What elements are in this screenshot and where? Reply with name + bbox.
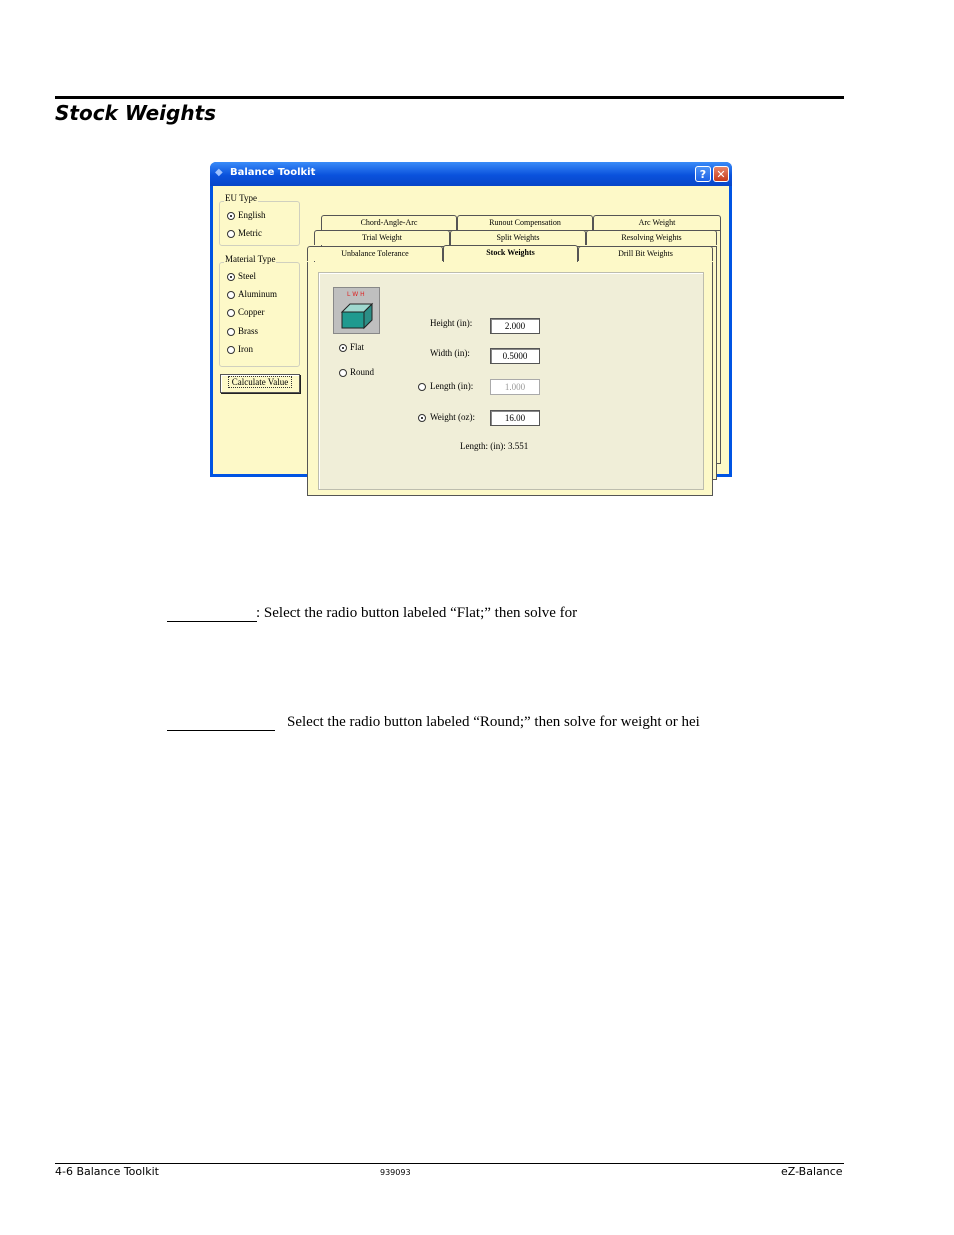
window-client: EU Type English Metric Material Type Ste…	[213, 186, 729, 496]
eu-type-legend: EU Type	[224, 193, 258, 203]
flat-paragraph: : Select the radio button labeled “Flat;…	[256, 605, 578, 621]
material-iron-label: Iron	[238, 344, 253, 354]
material-brass-label: Brass	[238, 326, 258, 336]
tab-drill-bit-weights[interactable]: Drill Bit Weights	[578, 246, 713, 261]
window-titlebar[interactable]: ◆ Balance Toolkit ? ✕	[210, 162, 732, 186]
width-input[interactable]: 0.5000	[490, 348, 540, 364]
stock-weights-page: L W H Flat Round Height (in): 2.000 Widt…	[307, 262, 713, 496]
shape-flat-radio[interactable]	[339, 344, 347, 352]
tab-trial-weight[interactable]: Trial Weight	[314, 230, 450, 245]
balance-toolkit-window: ◆ Balance Toolkit ? ✕ EU Type English Me…	[210, 162, 732, 496]
solve-weight-radio[interactable]	[418, 414, 426, 422]
height-input[interactable]: 2.000	[490, 318, 540, 334]
top-rule	[55, 96, 844, 99]
tab-resolving-weights[interactable]: Resolving Weights	[586, 230, 717, 245]
close-button[interactable]: ✕	[713, 166, 729, 182]
material-steel-label: Steel	[238, 271, 256, 281]
help-button[interactable]: ?	[695, 166, 711, 182]
section-heading: Stock Weights	[55, 101, 217, 125]
eu-english-label: English	[238, 210, 266, 220]
window-title: Balance Toolkit	[230, 167, 316, 178]
tab-stock-weights[interactable]: Stock Weights	[443, 245, 578, 262]
stock-shape-image: L W H	[333, 287, 380, 334]
weight-input[interactable]: 16.00	[490, 410, 540, 426]
length-input[interactable]: 1.000	[490, 379, 540, 395]
eu-metric-label: Metric	[238, 228, 262, 238]
length-result: Length: (in): 3.551	[460, 441, 529, 451]
calculate-value-label: Calculate Value	[227, 376, 293, 388]
flat-term-underline	[167, 621, 257, 622]
footer-center: 939093	[380, 1168, 411, 1177]
eu-english-radio[interactable]	[227, 212, 235, 220]
footer-left: 4-6 Balance Toolkit	[55, 1165, 159, 1178]
calculate-value-button[interactable]: Calculate Value	[220, 374, 300, 393]
weight-label: Weight (oz):	[430, 412, 476, 422]
length-label: Length (in):	[430, 381, 474, 391]
material-type-legend: Material Type	[224, 254, 277, 264]
tab-arc-weight[interactable]: Arc Weight	[593, 215, 721, 230]
round-paragraph: Select the radio button labeled “Round;”…	[287, 714, 700, 730]
tab-chord-angle-arc[interactable]: Chord-Angle-Arc	[321, 215, 457, 230]
flat-stock-icon	[340, 302, 374, 330]
tab-unbalance-tolerance[interactable]: Unbalance Tolerance	[307, 246, 443, 261]
app-icon: ◆	[215, 167, 223, 178]
shape-round-label: Round	[350, 367, 375, 377]
material-brass-radio[interactable]	[227, 328, 235, 336]
stock-weights-panel: L W H Flat Round Height (in): 2.000 Widt…	[318, 272, 704, 490]
material-iron-radio[interactable]	[227, 346, 235, 354]
material-copper-radio[interactable]	[227, 309, 235, 317]
image-dimension-label: L W H	[347, 291, 365, 298]
shape-round-radio[interactable]	[339, 369, 347, 377]
shape-flat-label: Flat	[350, 342, 365, 352]
material-copper-label: Copper	[238, 307, 265, 317]
footer-rule	[55, 1163, 844, 1164]
eu-metric-radio[interactable]	[227, 230, 235, 238]
footer-right: eZ-Balance	[781, 1165, 843, 1178]
height-label: Height (in):	[430, 318, 473, 328]
solve-length-radio[interactable]	[418, 383, 426, 391]
width-label: Width (in):	[430, 348, 470, 358]
material-steel-radio[interactable]	[227, 273, 235, 281]
tab-runout-compensation[interactable]: Runout Compensation	[457, 215, 593, 230]
round-term-underline	[167, 730, 275, 731]
material-aluminum-label: Aluminum	[238, 289, 278, 299]
material-aluminum-radio[interactable]	[227, 291, 235, 299]
eu-type-group	[219, 201, 300, 246]
tab-split-weights[interactable]: Split Weights	[450, 230, 586, 245]
